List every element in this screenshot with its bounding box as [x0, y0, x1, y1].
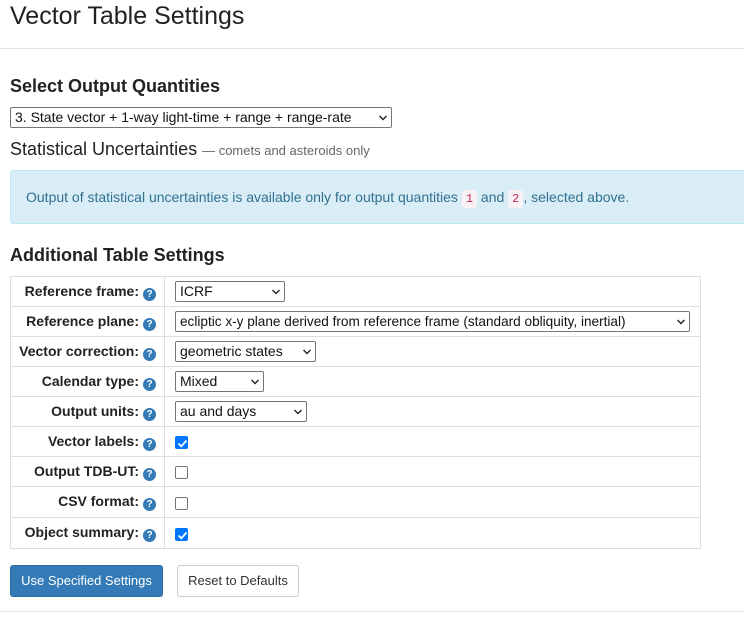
row-csv-format: CSV format:? [10, 486, 701, 518]
row-output-tdb-ut: Output TDB-UT:? [10, 456, 701, 487]
check-icon [177, 440, 188, 448]
uncertainties-info-alert: Output of statistical uncertainties is a… [10, 170, 744, 224]
csv-format-label: CSV format: [58, 493, 139, 509]
reset-to-defaults-button[interactable]: Reset to Defaults [177, 565, 299, 597]
reference-plane-value: ecliptic x-y plane derived from referenc… [180, 314, 626, 329]
uncertainties-title: Statistical Uncertainties [10, 139, 198, 159]
output-quantities-selected-value: 3. State vector + 1-way light-time + ran… [15, 109, 352, 125]
uncertainties-subtitle: — comets and asteroids only [202, 143, 370, 158]
vector-labels-label: Vector labels: [47, 432, 139, 449]
output-units-select[interactable]: au and days [175, 401, 307, 422]
help-icon[interactable]: ? [143, 498, 156, 511]
alert-text-suffix: , selected above. [523, 189, 630, 205]
reference-frame-label: Reference frame: [24, 282, 139, 299]
calendar-type-label: Calendar type: [41, 372, 139, 389]
chevron-down-icon [294, 409, 302, 415]
reference-frame-value: ICRF [180, 283, 213, 299]
alert-text-and: and [480, 189, 505, 205]
reference-plane-select[interactable]: ecliptic x-y plane derived from referenc… [175, 311, 690, 332]
vector-labels-checkbox[interactable] [175, 436, 188, 450]
csv-format-checkbox[interactable] [175, 496, 188, 510]
vector-correction-select[interactable]: geometric states [175, 341, 316, 362]
output-units-value: au and days [180, 403, 257, 419]
reference-plane-label: Reference plane: [26, 312, 139, 329]
help-icon[interactable]: ? [143, 347, 156, 361]
calendar-type-value: Mixed [180, 373, 218, 389]
quantity-code-2: 2 [508, 190, 524, 208]
chevron-down-icon [677, 319, 685, 325]
vector-correction-value: geometric states [180, 343, 283, 359]
uncertainties-heading: Statistical Uncertainties — comets and a… [10, 138, 370, 162]
output-tdb-ut-checkbox[interactable] [175, 466, 188, 480]
row-output-units: Output units:? au and days [10, 396, 701, 427]
row-vector-correction: Vector correction:? geometric states [10, 336, 701, 367]
object-summary-checkbox[interactable] [175, 527, 188, 541]
help-icon[interactable]: ? [143, 377, 156, 391]
calendar-type-select[interactable]: Mixed [175, 371, 264, 392]
help-icon[interactable]: ? [143, 287, 156, 301]
row-reference-frame: Reference frame:? ICRF [10, 276, 701, 307]
chevron-down-icon [379, 115, 387, 121]
output-quantities-select[interactable]: 3. State vector + 1-way light-time + ran… [10, 107, 392, 128]
row-vector-labels: Vector labels:? [10, 426, 701, 457]
divider [0, 611, 744, 612]
row-object-summary: Object summary:? [10, 517, 701, 549]
alert-text-prefix: Output of statistical uncertainties is a… [26, 189, 458, 205]
help-icon[interactable]: ? [143, 317, 156, 331]
output-tdb-ut-label: Output TDB-UT: [34, 462, 139, 479]
row-reference-plane: Reference plane:? ecliptic x-y plane der… [10, 306, 701, 337]
page-title: Vector Table Settings [10, 2, 245, 30]
additional-settings-heading: Additional Table Settings [10, 245, 225, 265]
divider [0, 48, 744, 49]
use-specified-settings-button[interactable]: Use Specified Settings [10, 565, 163, 597]
help-icon[interactable]: ? [143, 529, 156, 542]
chevron-down-icon [272, 289, 280, 295]
quantity-code-1: 1 [461, 190, 478, 208]
object-summary-label: Object summary: [24, 524, 139, 540]
vector-correction-label: Vector correction: [19, 342, 139, 359]
chevron-down-icon [251, 379, 259, 385]
help-icon[interactable]: ? [143, 467, 156, 481]
row-calendar-type: Calendar type:? Mixed [10, 366, 701, 397]
reference-frame-select[interactable]: ICRF [175, 281, 285, 302]
output-quantities-heading: Select Output Quantities [10, 76, 221, 96]
help-icon[interactable]: ? [143, 407, 156, 421]
chevron-down-icon [303, 349, 311, 355]
help-icon[interactable]: ? [143, 437, 156, 451]
additional-settings-table: Reference frame:? ICRF Reference plane:?… [10, 276, 701, 549]
output-units-label: Output units: [51, 402, 139, 419]
check-icon [177, 531, 188, 540]
